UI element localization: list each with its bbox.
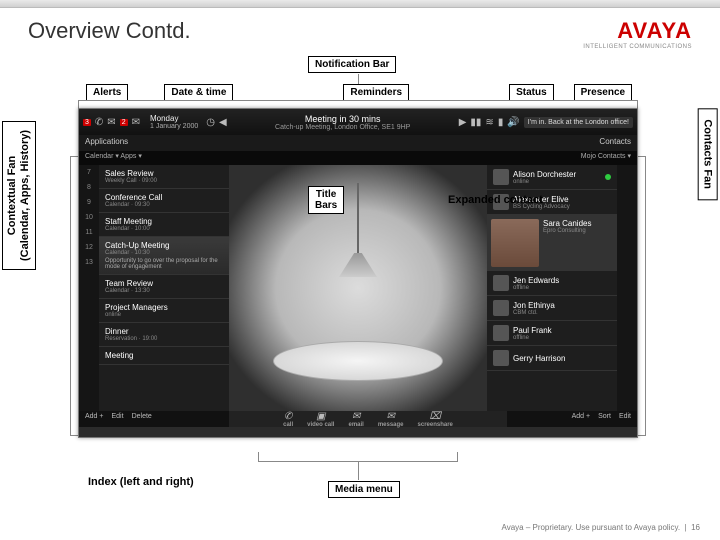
list-item[interactable]: Gerry Harrison xyxy=(487,346,617,371)
apps-header: Applications xyxy=(79,135,229,151)
notification-bar: 3 ✆ ✉ 2 ✉ Monday 1 January 2000 ◷ ◀ Meet… xyxy=(79,109,637,135)
label-status: Status xyxy=(509,84,554,101)
brand-subtitle: INTELLIGENT COMMUNICATIONS xyxy=(583,44,692,50)
apps-panel: Sales ReviewWeekly Call · 09:00 Conferen… xyxy=(99,165,229,411)
avatar xyxy=(493,325,509,341)
list-item[interactable]: DinnerReservation · 19:00 xyxy=(99,323,229,347)
alert-badge: 3 xyxy=(83,119,91,126)
msg-icon: ✉ xyxy=(132,117,140,128)
wifi-icon: ≋ xyxy=(485,117,493,128)
list-item[interactable]: Sales ReviewWeekly Call · 09:00 xyxy=(99,165,229,189)
index-num: 10 xyxy=(85,214,93,221)
index-right xyxy=(617,165,637,411)
alert-badge-2: 2 xyxy=(120,119,128,126)
sort-button[interactable]: Sort xyxy=(598,413,611,425)
phone-icon: ✆ xyxy=(95,117,103,128)
label-date-time: Date & time xyxy=(164,84,233,101)
signal-icon: ▮▮ xyxy=(470,117,481,128)
list-item[interactable]: Team ReviewCalendar · 13:30 xyxy=(99,275,229,299)
list-item[interactable]: Jon EthinyaCBM ctd. xyxy=(487,296,617,321)
list-item[interactable]: Project Managersonline xyxy=(99,299,229,323)
list-item[interactable]: Paul Frankoffline xyxy=(487,321,617,346)
clock-icon: ◷ xyxy=(206,117,215,128)
spotlight-disc xyxy=(273,341,443,381)
apps-tabs[interactable]: Calendar ▾ Apps ▾ xyxy=(79,151,229,165)
add-button[interactable]: Add + xyxy=(85,413,104,425)
list-item[interactable]: Jen Edwardsoffline xyxy=(487,271,617,296)
label-notification-bar: Notification Bar xyxy=(308,56,396,73)
list-item[interactable]: Alison Dorchesteronline xyxy=(487,165,617,190)
call-button[interactable]: ✆call xyxy=(283,411,293,428)
list-item[interactable]: Meeting xyxy=(99,347,229,365)
index-left: 7 8 9 10 11 12 13 xyxy=(79,165,99,411)
label-contacts-fan: Contacts Fan xyxy=(698,108,718,200)
email-button[interactable]: ✉email xyxy=(348,411,363,428)
list-item-selected[interactable]: Catch-Up MeetingCalendar · 10:30 Opportu… xyxy=(99,237,229,275)
edit-button[interactable]: Edit xyxy=(619,413,631,425)
label-title-bars: Title Bars xyxy=(308,186,344,214)
presence-dot-icon xyxy=(605,174,611,180)
index-num: 9 xyxy=(87,199,91,206)
ui-screenshot: 3 ✆ ✉ 2 ✉ Monday 1 January 2000 ◷ ◀ Meet… xyxy=(78,108,638,438)
add-button[interactable]: Add + xyxy=(572,413,591,425)
brand-block: AVAYA INTELLIGENT COMMUNICATIONS xyxy=(583,18,692,50)
label-index: Index (left and right) xyxy=(88,476,194,488)
index-num: 12 xyxy=(85,244,93,251)
reminder-title: Meeting in 30 mins xyxy=(231,114,455,124)
message-button[interactable]: ✉message xyxy=(378,411,404,428)
avatar xyxy=(493,350,509,366)
avatar xyxy=(493,169,509,185)
video-button[interactable]: ▣video call xyxy=(307,411,334,428)
lamp-icon xyxy=(357,183,359,253)
avatar xyxy=(493,275,509,291)
date-line2: 1 January 2000 xyxy=(150,123,198,130)
battery-icon: ▮ xyxy=(498,117,504,128)
label-alerts: Alerts xyxy=(86,84,128,101)
index-num: 8 xyxy=(87,184,91,191)
expanded-contact[interactable]: Sara CanidesEpro Consulting xyxy=(487,215,617,271)
date-line1: Monday xyxy=(150,114,198,123)
chevron-left-icon: ◀ xyxy=(219,117,227,128)
list-item[interactable]: Staff MeetingCalendar · 10:00 xyxy=(99,213,229,237)
index-num: 13 xyxy=(85,259,93,266)
index-num: 7 xyxy=(87,169,91,176)
label-media-menu: Media menu xyxy=(328,481,400,498)
chevron-right-icon: ▶ xyxy=(459,117,467,128)
page-number: 16 xyxy=(691,523,700,532)
list-item[interactable]: Conference CallCalendar · 09:30 xyxy=(99,189,229,213)
delete-button[interactable]: Delete xyxy=(132,413,152,425)
slide-title: Overview Contd. xyxy=(28,18,191,44)
edit-button[interactable]: Edit xyxy=(112,413,124,425)
presence-text: I'm in. Back at the London office! xyxy=(524,117,633,128)
label-presence: Presence xyxy=(574,84,632,101)
screenshare-button[interactable]: ⌧screenshare xyxy=(418,411,453,428)
footer-proprietary: Avaya – Proprietary. Use pursuant to Ava… xyxy=(502,523,681,532)
label-contextual-fan: Contextual Fan (Calendar, Apps, History) xyxy=(2,121,36,270)
label-reminders: Reminders xyxy=(343,84,409,101)
contacts-tabs[interactable]: Mojo Contacts ▾ xyxy=(507,151,637,165)
volume-icon: 🔊 xyxy=(507,117,519,128)
avatar xyxy=(493,300,509,316)
media-menu: ✆call ▣video call ✉email ✉message ⌧scree… xyxy=(229,411,507,427)
mail-icon: ✉ xyxy=(107,117,115,128)
avatar xyxy=(491,219,539,267)
reminder-sub: Catch-up Meeting, London Office, SE1 9HP xyxy=(231,124,455,131)
label-expanded-contact: Expanded contact xyxy=(448,194,543,206)
brand-name: AVAYA xyxy=(583,18,692,44)
index-num: 11 xyxy=(85,229,92,236)
contacts-header: Contacts xyxy=(507,135,637,151)
